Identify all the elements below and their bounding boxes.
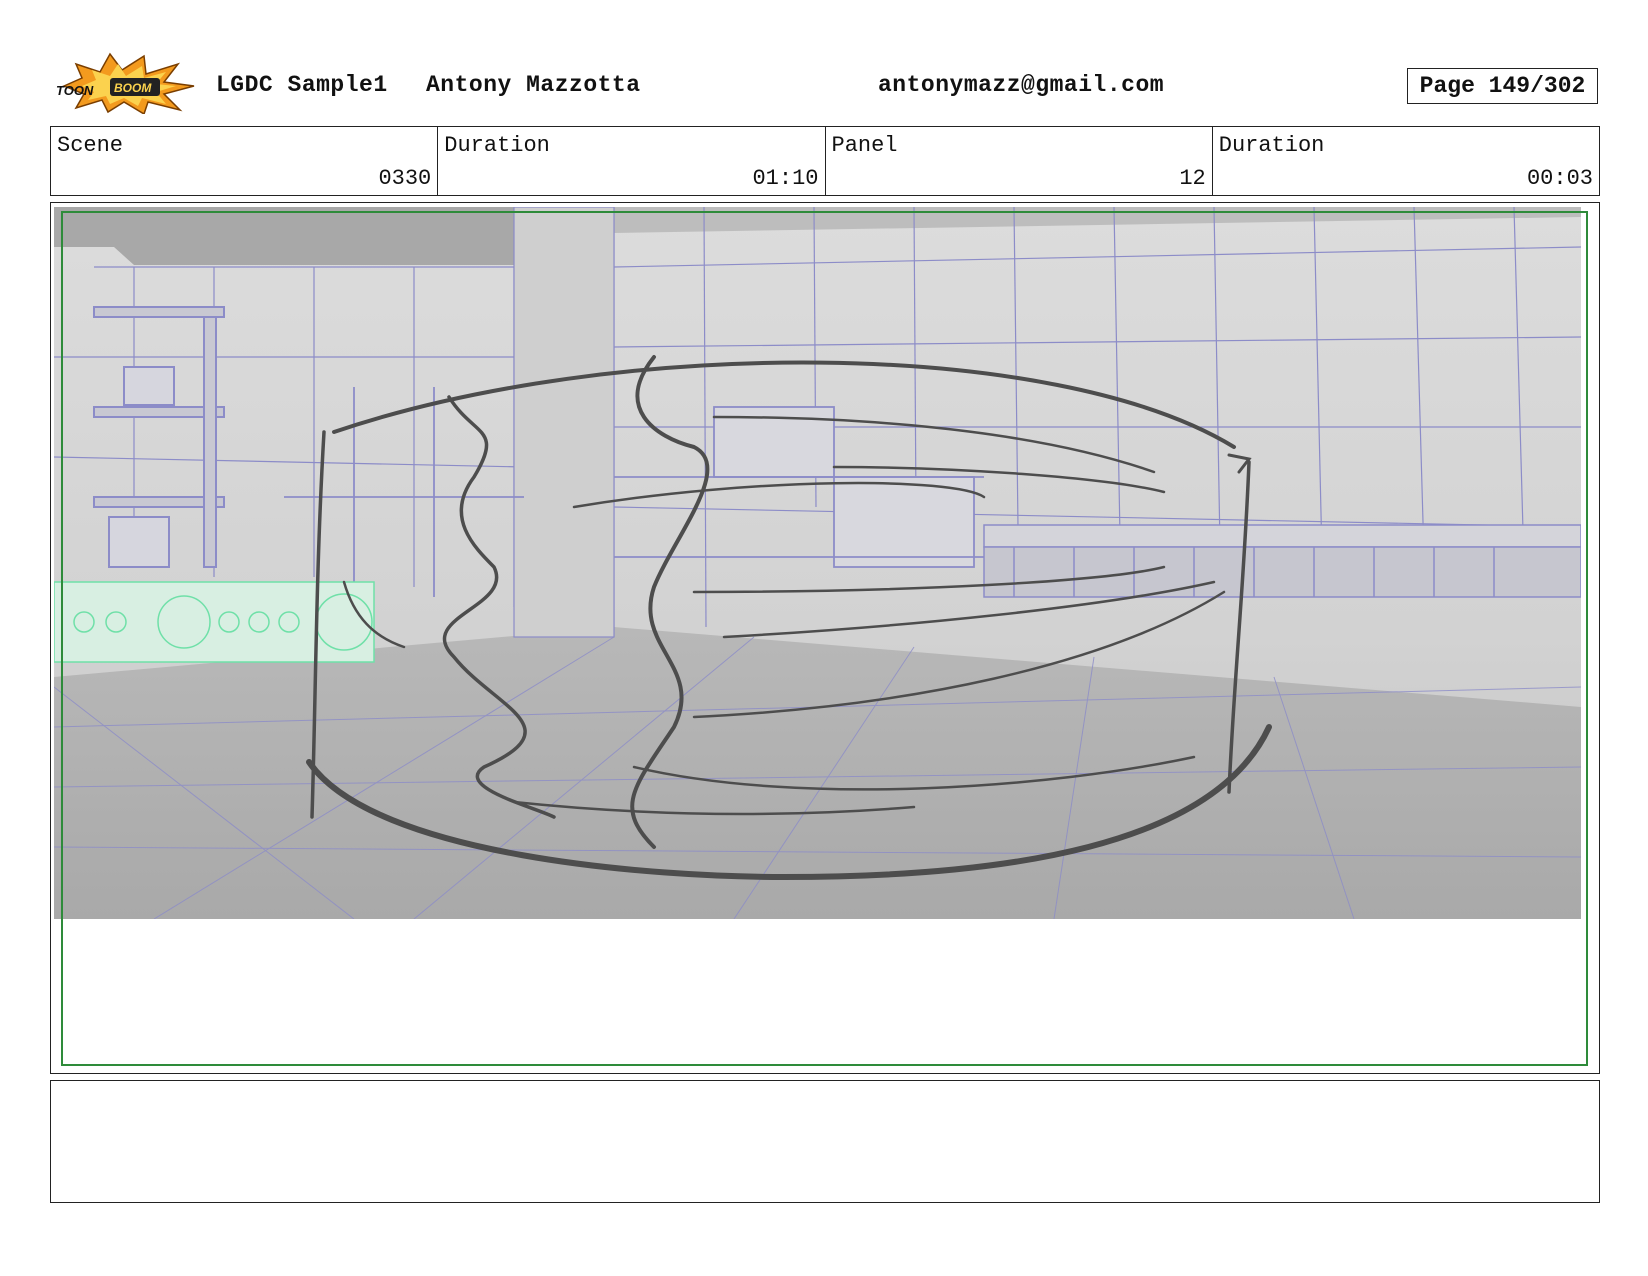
scene-duration-value: 01:10 — [752, 166, 819, 191]
notes-text — [51, 1081, 1599, 1097]
author-email: antonymazz@gmail.com — [878, 72, 1165, 98]
logo-text-left: TOON — [56, 83, 94, 98]
panel-duration-value: 00:03 — [1526, 166, 1593, 191]
logo-text-right: BOOM — [114, 81, 152, 95]
scene-duration-label: Duration — [444, 133, 550, 158]
notes-box[interactable] — [50, 1080, 1600, 1203]
project-name: LGDC Sample1 — [216, 72, 388, 98]
scene-duration-cell: Duration 01:10 — [438, 127, 826, 195]
toonboom-logo: TOON BOOM — [52, 50, 197, 116]
author-name: Antony Mazzotta — [426, 72, 641, 98]
storyboard-panel — [50, 202, 1600, 1074]
panel-duration-label: Duration — [1218, 133, 1325, 158]
scene-info-row: Scene 0330 Duration 01:10 Panel 12 Durat… — [50, 126, 1600, 196]
panel-label: Panel — [831, 133, 898, 158]
panel-value: 12 — [1179, 166, 1206, 191]
page-number: Page 149/302 — [1407, 68, 1598, 104]
panel-duration-cell: Duration 00:03 — [1213, 127, 1599, 195]
camera-safe-frame — [61, 211, 1588, 1066]
scene-cell: Scene 0330 — [51, 127, 439, 195]
scene-value: 0330 — [378, 166, 432, 191]
scene-label: Scene — [57, 133, 124, 158]
panel-cell: Panel 12 — [826, 127, 1213, 195]
